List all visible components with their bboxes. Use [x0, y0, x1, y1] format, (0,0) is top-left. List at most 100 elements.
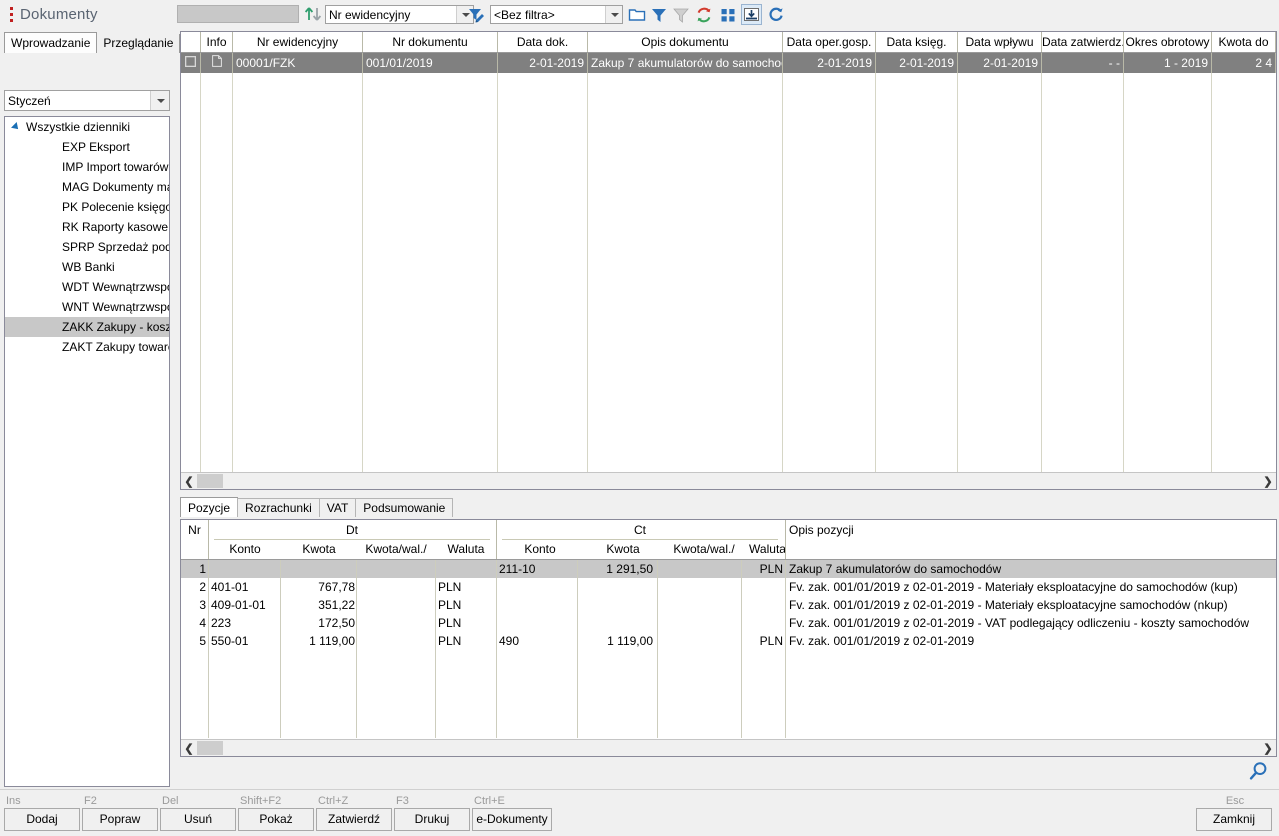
- list-item[interactable]: 1 211-10 1 291,50 PLN Zakup 7 akumulator…: [181, 560, 1276, 578]
- scrollbar-thumb[interactable]: [197, 474, 223, 488]
- column-header-ct-waluta[interactable]: Waluta: [746, 542, 789, 556]
- column-header-ct-kwota[interactable]: Kwota: [584, 542, 662, 556]
- column-header-ct-group[interactable]: Ct: [496, 523, 784, 537]
- tab-vat[interactable]: VAT: [318, 498, 357, 517]
- column-header-nr[interactable]: Nr: [181, 523, 208, 537]
- positions-horizontal-scrollbar[interactable]: ❮ ❯: [181, 739, 1276, 756]
- zamknij-button[interactable]: Zamknij: [1196, 808, 1272, 831]
- tab-wprowadzanie[interactable]: Wprowadzanie: [4, 32, 98, 53]
- scroll-right-arrow-icon[interactable]: ❯: [1260, 742, 1276, 755]
- list-item[interactable]: 4 223 172,50 PLN Fv. zak. 001/01/2019 z …: [181, 614, 1276, 632]
- list-item[interactable]: 3 409-01-01 351,22 PLN Fv. zak. 001/01/2…: [181, 596, 1276, 614]
- zatwierdz-button[interactable]: Zatwierdź: [316, 808, 392, 831]
- tab-przegladanie[interactable]: Przeglądanie: [97, 34, 181, 53]
- filter-clear-icon[interactable]: [670, 4, 691, 25]
- column-header-dt-kwota[interactable]: Kwota: [282, 542, 356, 556]
- sidebar-item-imp[interactable]: IMP Import towarów i us: [5, 157, 169, 177]
- list-item[interactable]: 2 401-01 767,78 PLN Fv. zak. 001/01/2019…: [181, 578, 1276, 596]
- folder-icon[interactable]: [626, 4, 647, 25]
- cell-opis: Fv. zak. 001/01/2019 z 02-01-2019 - Mate…: [789, 598, 1228, 612]
- sidebar-item-label: RK Raporty kasowe: [62, 220, 169, 234]
- drag-handle-dots[interactable]: [4, 6, 18, 22]
- sidebar-item-zakt[interactable]: ZAKT Zakupy towarów: [5, 337, 169, 357]
- documents-horizontal-scrollbar[interactable]: ❮ ❯: [181, 472, 1276, 489]
- sort-ascending-icon[interactable]: [303, 4, 323, 24]
- e-dokumenty-shortcut: Ctrl+E: [474, 795, 505, 807]
- grid-view-icon[interactable]: [717, 4, 738, 25]
- scrollbar-track[interactable]: [223, 474, 1260, 489]
- sidebar-item-exp[interactable]: EXP Eksport: [5, 137, 169, 157]
- scrollbar-track[interactable]: [223, 741, 1260, 756]
- search-magnifier-icon[interactable]: [1248, 760, 1270, 782]
- filter-combo[interactable]: <Bez filtra>: [490, 5, 623, 24]
- positions-grid[interactable]: Nr Dt Ct Opis pozycji Konto Kwota Kwota/…: [180, 519, 1277, 757]
- column-header-ct-konto[interactable]: Konto: [496, 542, 584, 556]
- pokaz-button-wrap: Shift+F2 Pokaż: [238, 794, 314, 831]
- column-header-kwota-do[interactable]: Kwota do: [1212, 32, 1276, 52]
- column-header-ct-kwota-wal[interactable]: Kwota/wal./: [662, 542, 746, 556]
- column-header-data-zatwierdz[interactable]: Data zatwierdz.: [1042, 32, 1124, 52]
- detail-tabs: Pozycje Rozrachunki VAT Podsumowanie: [180, 497, 454, 517]
- pokaz-button[interactable]: Pokaż: [238, 808, 314, 831]
- scroll-left-arrow-icon[interactable]: ❮: [181, 742, 197, 755]
- sidebar-item-wdt[interactable]: WDT Wewnątrzwspóln: [5, 277, 169, 297]
- sidebar-item-pk[interactable]: PK Polecenie księgowa: [5, 197, 169, 217]
- column-header-nr-ewidencyjny[interactable]: Nr ewidencyjny: [233, 32, 363, 52]
- expander-triangle-icon[interactable]: [11, 122, 21, 132]
- sidebar-item-sprp[interactable]: SPRP Sprzedaż podsta: [5, 237, 169, 257]
- sidebar-item-wnt[interactable]: WNT Wewnątrzwspóln: [5, 297, 169, 317]
- dodaj-button[interactable]: Dodaj: [4, 808, 80, 831]
- tab-przegladanie-label: Przeglądanie: [103, 36, 174, 50]
- edit-filter-icon[interactable]: [465, 4, 486, 25]
- popraw-button[interactable]: Popraw: [82, 808, 158, 831]
- period-combo[interactable]: Styczeń: [4, 90, 170, 111]
- list-item[interactable]: 5 550-01 1 119,00 PLN 490 1 119,00 PLN F…: [181, 632, 1276, 650]
- row-info-cell[interactable]: [201, 53, 233, 73]
- scroll-left-arrow-icon[interactable]: ❮: [181, 475, 197, 488]
- documents-grid-body[interactable]: [181, 73, 1276, 489]
- sidebar-item-mag[interactable]: MAG Dokumenty maga: [5, 177, 169, 197]
- chevron-down-icon[interactable]: [605, 6, 622, 23]
- scroll-right-arrow-icon[interactable]: ❯: [1260, 475, 1276, 488]
- scrollbar-thumb[interactable]: [197, 741, 223, 755]
- reload-icon[interactable]: [765, 4, 786, 25]
- tab-podsumowanie[interactable]: Podsumowanie: [355, 498, 454, 517]
- documents-grid[interactable]: Info Nr ewidencyjny Nr dokumentu Data do…: [180, 31, 1277, 490]
- export-icon[interactable]: [741, 4, 762, 25]
- column-header-dt-group[interactable]: Dt: [208, 523, 496, 537]
- journals-tree[interactable]: Wszystkie dzienniki EXP Eksport IMP Impo…: [4, 116, 170, 787]
- sidebar-item-rk[interactable]: RK Raporty kasowe: [5, 217, 169, 237]
- column-header-opis-pozycji[interactable]: Opis pozycji: [789, 523, 909, 537]
- column-header-nr-dokumentu[interactable]: Nr dokumentu: [363, 32, 498, 52]
- checkbox-unchecked-icon[interactable]: [184, 53, 197, 73]
- column-header-dt-waluta[interactable]: Waluta: [436, 542, 496, 556]
- sort-field-combo[interactable]: Nr ewidencyjny: [325, 5, 474, 24]
- column-header-data-oper-gosp[interactable]: Data oper.gosp.: [783, 32, 876, 52]
- tab-pozycje[interactable]: Pozycje: [180, 497, 239, 517]
- search-input[interactable]: [177, 5, 299, 23]
- column-header-dt-konto[interactable]: Konto: [208, 542, 282, 556]
- tab-rozrachunki[interactable]: Rozrachunki: [237, 498, 320, 517]
- usun-button[interactable]: Usuń: [160, 808, 236, 831]
- positions-grid-body[interactable]: 1 211-10 1 291,50 PLN Zakup 7 akumulator…: [181, 560, 1276, 738]
- cell-opis: Fv. zak. 001/01/2019 z 02-01-2019 - VAT …: [789, 616, 1250, 630]
- table-row[interactable]: 00001/FZK 001/01/2019 2-01-2019 Zakup 7 …: [181, 53, 1276, 73]
- column-header-opis-dokumentu[interactable]: Opis dokumentu: [588, 32, 783, 52]
- tree-node-root[interactable]: Wszystkie dzienniki: [5, 117, 169, 137]
- column-header-data-dok[interactable]: Data dok.: [498, 32, 588, 52]
- row-checkbox[interactable]: [181, 53, 201, 73]
- column-header-select[interactable]: [181, 32, 201, 52]
- e-dokumenty-button[interactable]: e-Dokumenty: [472, 808, 552, 831]
- cell-ct-konto: 211-10: [499, 562, 536, 576]
- column-header-okres-obrotowy[interactable]: Okres obrotowy: [1124, 32, 1212, 52]
- column-header-data-ksieg[interactable]: Data księg.: [876, 32, 958, 52]
- chevron-down-icon[interactable]: [150, 91, 169, 110]
- column-header-dt-kwota-wal[interactable]: Kwota/wal./: [356, 542, 436, 556]
- drukuj-button[interactable]: Drukuj: [394, 808, 470, 831]
- column-header-info[interactable]: Info: [201, 32, 233, 52]
- refresh-icon[interactable]: [693, 4, 714, 25]
- sidebar-item-wb[interactable]: WB Banki: [5, 257, 169, 277]
- filter-apply-icon[interactable]: [648, 4, 669, 25]
- sidebar-item-zakk[interactable]: ZAKK Zakupy - koszty: [5, 317, 169, 337]
- column-header-data-wplywu[interactable]: Data wpływu: [958, 32, 1042, 52]
